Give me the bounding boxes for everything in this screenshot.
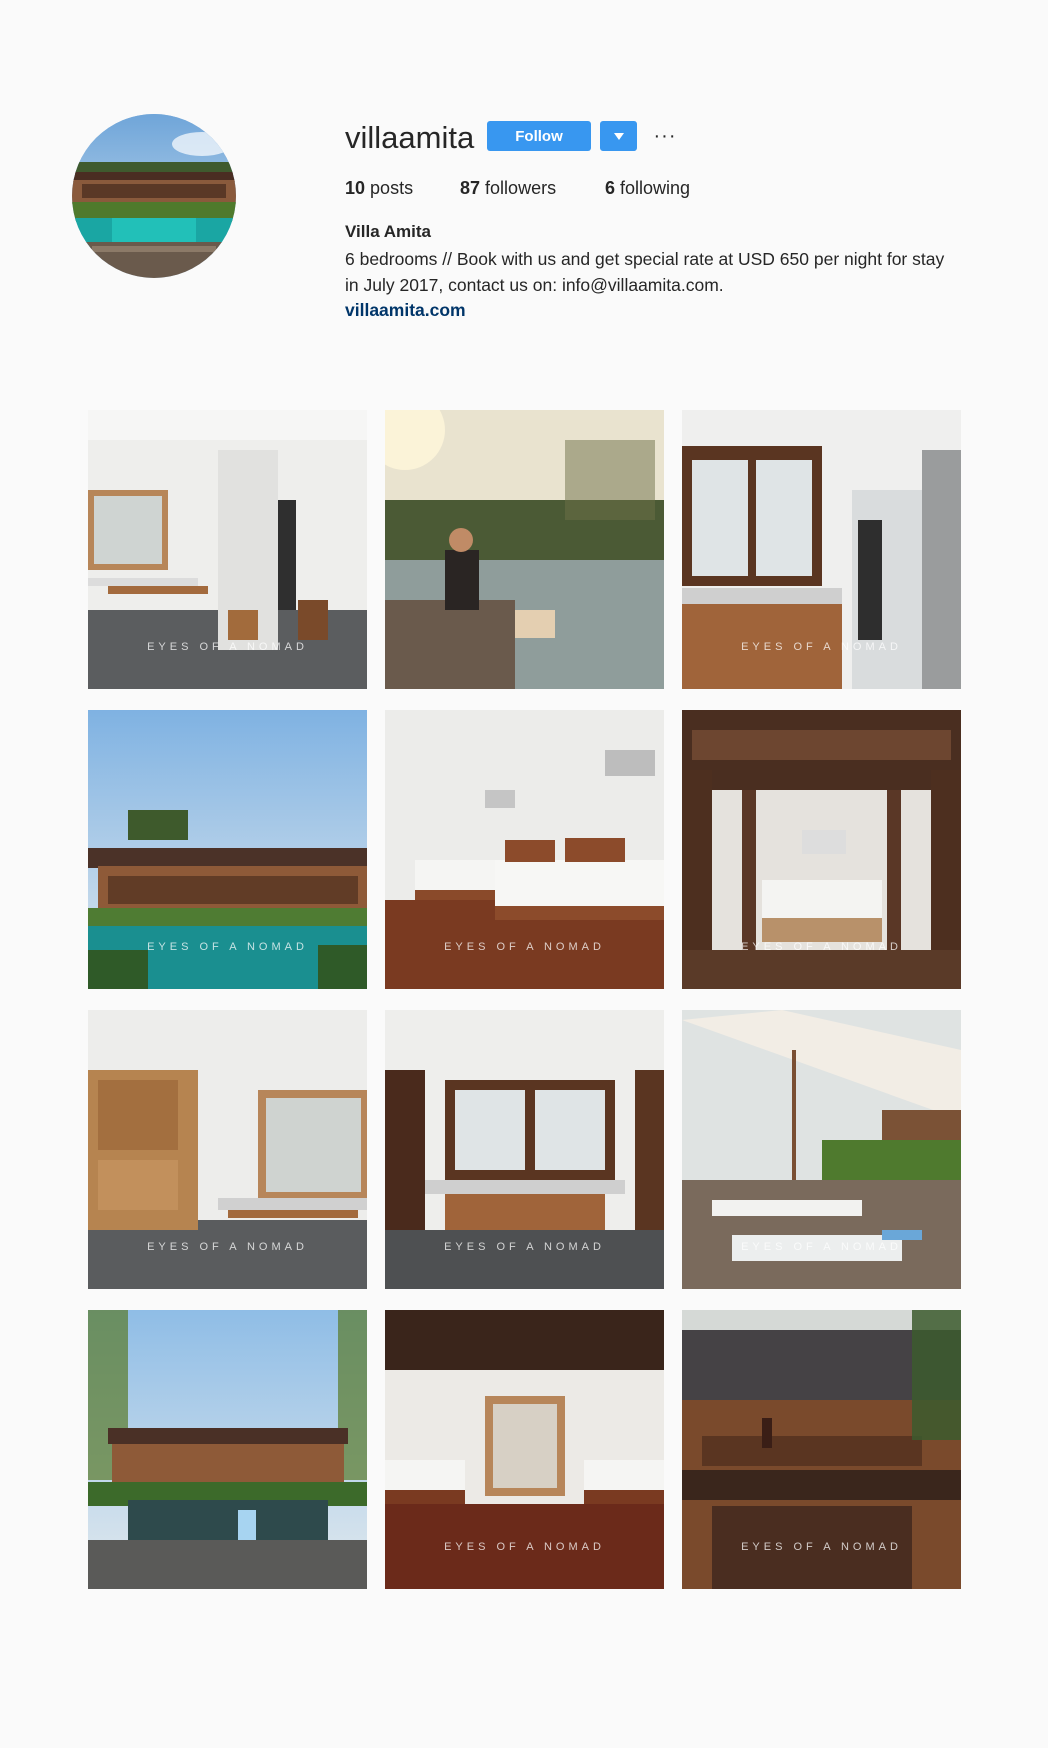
more-icon: ···	[653, 124, 677, 147]
post-thumbnail[interactable]: EYES OF A NOMAD	[88, 1010, 367, 1289]
followers-label: followers	[485, 178, 557, 198]
post-watermark: EYES OF A NOMAD	[741, 641, 902, 653]
following-label: following	[620, 178, 691, 198]
profile-website-link[interactable]: villaamita.com	[345, 300, 466, 321]
stat-posts: 10 posts	[345, 178, 413, 199]
post-watermark: EYES OF A NOMAD	[147, 941, 308, 953]
suggestions-dropdown-button[interactable]	[600, 121, 637, 151]
post-image	[88, 1310, 367, 1589]
post-watermark: EYES OF A NOMAD	[741, 1241, 902, 1253]
post-watermark: EYES OF A NOMAD	[147, 641, 308, 653]
post-thumbnail[interactable]: EYES OF A NOMAD	[385, 710, 664, 989]
following-count: 6	[605, 178, 616, 198]
post-watermark: EYES OF A NOMAD	[444, 1541, 605, 1553]
profile-bio: 6 bedrooms // Book with us and get speci…	[345, 246, 995, 298]
follow-button[interactable]: Follow	[487, 121, 591, 151]
post-watermark: EYES OF A NOMAD	[147, 1241, 308, 1253]
post-thumbnail[interactable]: EYES OF A NOMAD	[385, 1010, 664, 1289]
post-thumbnail[interactable]: EYES OF A NOMAD	[682, 1310, 961, 1589]
post-watermark: EYES OF A NOMAD	[741, 941, 902, 953]
bio-line-2: in July 2017, contact us on: info@villaa…	[345, 275, 724, 295]
profile-full-name: Villa Amita	[345, 222, 431, 241]
post-thumbnail[interactable]: EYES OF A NOMAD	[682, 1010, 961, 1289]
posts-label: posts	[370, 178, 414, 198]
post-thumbnail[interactable]: EYES OF A NOMAD	[682, 710, 961, 989]
post-thumbnail[interactable]: EYES OF A NOMAD	[385, 1310, 664, 1589]
post-watermark: EYES OF A NOMAD	[444, 1241, 605, 1253]
post-watermark: EYES OF A NOMAD	[444, 941, 605, 953]
post-thumbnail[interactable]: EYES OF A NOMAD	[88, 410, 367, 689]
bio-line-1: 6 bedrooms // Book with us and get speci…	[345, 249, 945, 269]
more-options-button[interactable]: ···	[652, 121, 678, 151]
stat-followers[interactable]: 87 followers	[460, 178, 556, 199]
post-thumbnail[interactable]: EYES OF A NOMAD	[88, 710, 367, 989]
profile-username: villaamita	[345, 120, 475, 155]
post-thumbnail[interactable]	[385, 410, 664, 689]
post-image	[385, 410, 664, 689]
chevron-down-icon	[613, 132, 624, 140]
post-watermark: EYES OF A NOMAD	[741, 1541, 902, 1553]
stat-following[interactable]: 6 following	[605, 178, 690, 199]
profile-avatar[interactable]	[72, 114, 236, 278]
post-thumbnail[interactable]	[88, 1310, 367, 1589]
post-thumbnail[interactable]: EYES OF A NOMAD	[682, 410, 961, 689]
posts-count: 10	[345, 178, 366, 198]
followers-count: 87	[460, 178, 481, 198]
posts-grid: EYES OF A NOMAD EYES OF A NOMAD EYES OF …	[88, 410, 961, 1589]
